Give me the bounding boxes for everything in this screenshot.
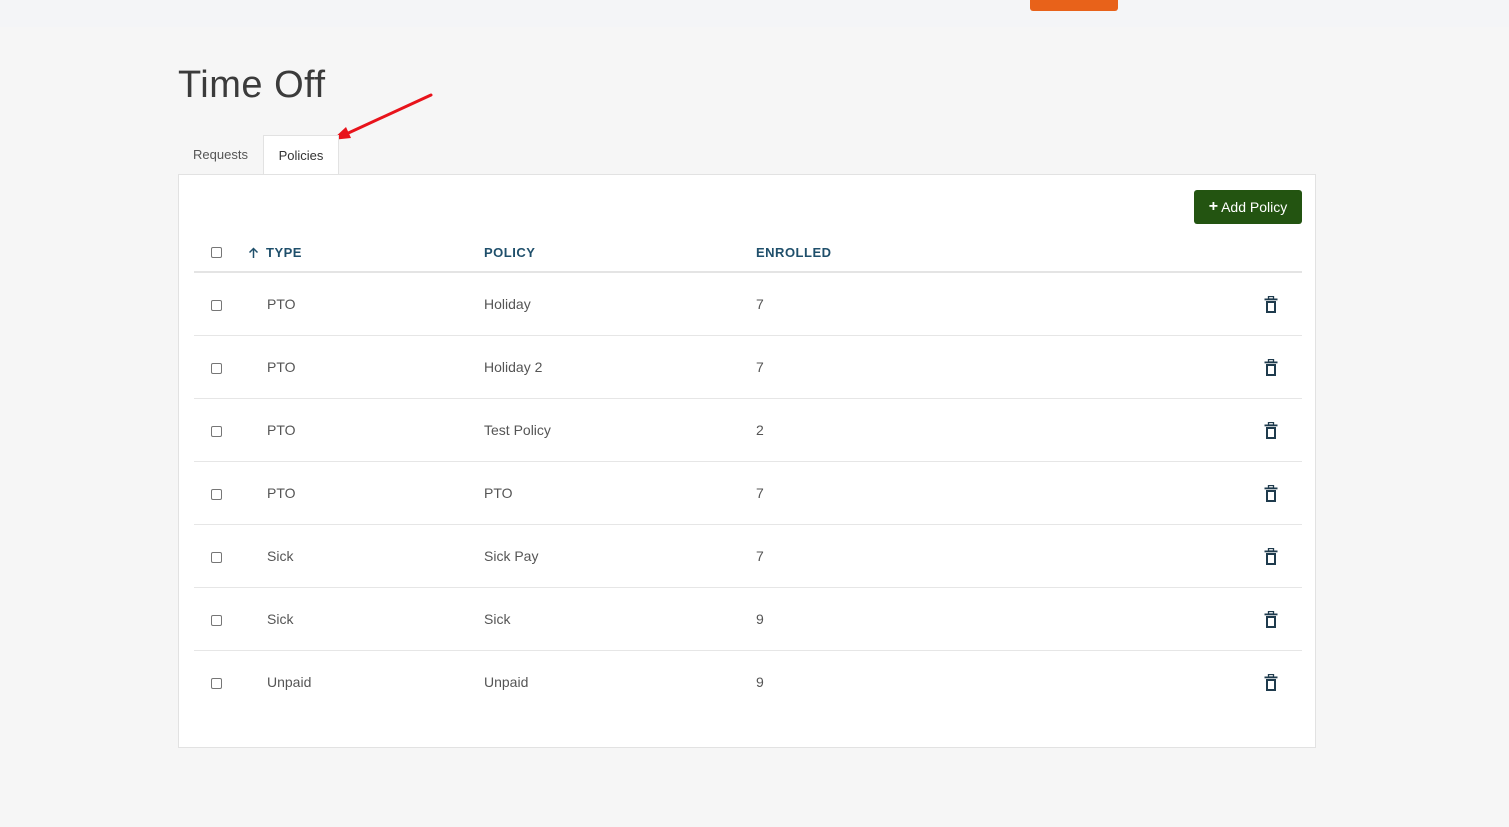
policy-table-body: PTO Holiday 7 PTO Holiday 2 7 PTO Test P… — [194, 273, 1302, 714]
trash-icon[interactable] — [1264, 359, 1278, 377]
cell-type: Sick — [267, 548, 294, 564]
select-all-checkbox[interactable] — [211, 247, 222, 258]
tab-policies[interactable]: Policies — [263, 135, 339, 176]
table-row: Sick Sick 9 — [194, 588, 1302, 651]
row-checkbox[interactable] — [211, 615, 222, 626]
policies-panel: + Add Policy TYPE POLICY ENROLLED PTO Ho… — [178, 174, 1316, 748]
table-header: TYPE POLICY ENROLLED — [194, 233, 1302, 273]
top-bar — [0, 0, 1509, 27]
trash-icon[interactable] — [1264, 674, 1278, 692]
cell-type: PTO — [267, 359, 296, 375]
column-header-policy[interactable]: POLICY — [484, 233, 535, 273]
plus-icon: + — [1208, 198, 1219, 215]
cell-policy: Holiday — [484, 296, 531, 312]
trash-icon[interactable] — [1264, 422, 1278, 440]
table-row: PTO PTO 7 — [194, 462, 1302, 525]
cell-enrolled: 9 — [756, 674, 764, 690]
column-header-enrolled[interactable]: ENROLLED — [756, 233, 832, 273]
row-checkbox[interactable] — [211, 300, 222, 311]
table-row: PTO Holiday 7 — [194, 273, 1302, 336]
table-row: Sick Sick Pay 7 — [194, 525, 1302, 588]
cell-enrolled: 7 — [756, 485, 764, 501]
row-checkbox[interactable] — [211, 363, 222, 374]
table-row: PTO Test Policy 2 — [194, 399, 1302, 462]
trash-icon[interactable] — [1264, 485, 1278, 503]
cell-policy: Holiday 2 — [484, 359, 543, 375]
cell-policy: Test Policy — [484, 422, 551, 438]
page-title: Time Off — [178, 64, 326, 106]
cell-enrolled: 7 — [756, 359, 764, 375]
trash-icon[interactable] — [1264, 296, 1278, 314]
cell-enrolled: 9 — [756, 611, 764, 627]
row-checkbox[interactable] — [211, 552, 222, 563]
cell-type: PTO — [267, 296, 296, 312]
row-checkbox[interactable] — [211, 426, 222, 437]
trash-icon[interactable] — [1264, 611, 1278, 629]
tab-requests[interactable]: Requests — [178, 135, 263, 174]
cell-policy: Sick — [484, 611, 511, 627]
cell-policy: PTO — [484, 485, 513, 501]
add-policy-button[interactable]: + Add Policy — [1194, 190, 1302, 224]
table-row: Unpaid Unpaid 9 — [194, 651, 1302, 714]
column-header-type[interactable]: TYPE — [266, 233, 302, 273]
row-checkbox[interactable] — [211, 678, 222, 689]
table-row: PTO Holiday 2 7 — [194, 336, 1302, 399]
cell-type: PTO — [267, 485, 296, 501]
cell-type: Sick — [267, 611, 294, 627]
add-policy-label: Add Policy — [1221, 199, 1288, 215]
row-checkbox[interactable] — [211, 489, 222, 500]
cell-enrolled: 7 — [756, 296, 764, 312]
trash-icon[interactable] — [1264, 548, 1278, 566]
cell-policy: Sick Pay — [484, 548, 539, 564]
cell-type: PTO — [267, 422, 296, 438]
top-action-button[interactable] — [1030, 0, 1118, 11]
cell-enrolled: 2 — [756, 422, 764, 438]
cell-type: Unpaid — [267, 674, 312, 690]
arrow-up-icon[interactable] — [248, 247, 259, 259]
cell-enrolled: 7 — [756, 548, 764, 564]
cell-policy: Unpaid — [484, 674, 529, 690]
